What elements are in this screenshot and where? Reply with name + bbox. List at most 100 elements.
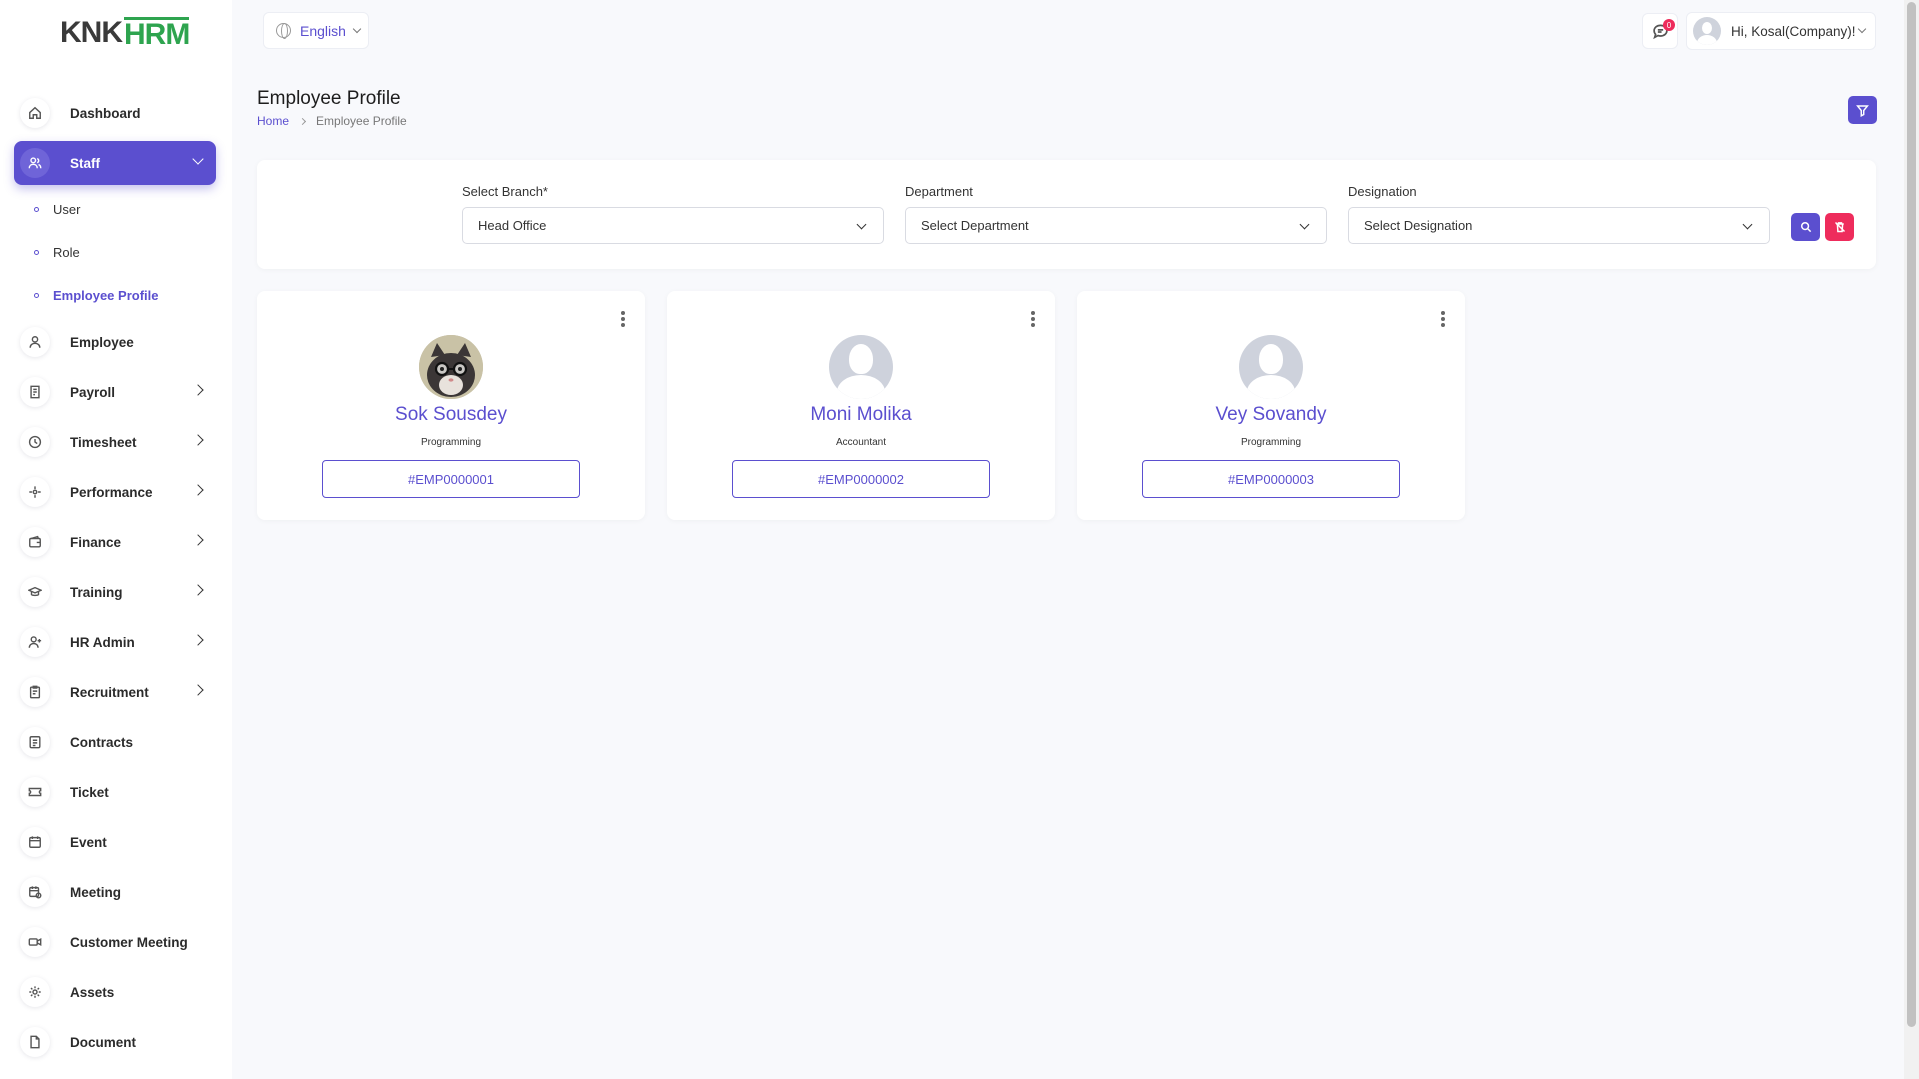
- sidebar-item-meeting[interactable]: Meeting: [14, 867, 216, 917]
- globe-icon: [276, 23, 291, 39]
- employee-id-button[interactable]: #EMP0000001: [322, 460, 580, 498]
- department-label: Department: [905, 184, 973, 199]
- file-icon: [20, 1027, 50, 1057]
- user-icon: [20, 327, 50, 357]
- employee-card: Moni Molika Accountant #EMP0000002: [667, 291, 1055, 520]
- chevron-down-icon: [1742, 219, 1753, 230]
- employee-designation: Accountant: [835, 437, 887, 448]
- sidebar-item-label: Event: [70, 834, 107, 850]
- employee-photo: [829, 335, 893, 399]
- chevron-right-icon: [192, 634, 204, 646]
- branch-select[interactable]: Head Office: [462, 207, 884, 244]
- user-greeting: Hi, Kosal(Company)!: [1731, 23, 1856, 39]
- chevron-right-icon: [192, 484, 204, 496]
- sidebar-item-label: Contracts: [70, 734, 134, 750]
- contract-icon: [20, 727, 50, 757]
- employee-name[interactable]: Vey Sovandy: [1077, 404, 1465, 426]
- sidebar-item-hr-admin[interactable]: HR Admin: [14, 617, 216, 667]
- trash-off-icon: [1834, 221, 1845, 233]
- department-select-value: Select Department: [921, 218, 1029, 233]
- more-options-icon[interactable]: [621, 311, 625, 327]
- graduation-cap-icon: [20, 577, 50, 607]
- designation-select[interactable]: Select Designation: [1348, 207, 1770, 244]
- page-scrollbar[interactable]: [1904, 0, 1919, 1079]
- sidebar-item-label: Assets: [70, 984, 115, 1000]
- employee-designation: Programming: [420, 437, 482, 448]
- bullet-icon: [34, 207, 39, 212]
- sidebar-subitem-employee-profile[interactable]: Employee Profile: [14, 274, 216, 317]
- calendar-icon: [20, 827, 50, 857]
- sidebar-item-customer-meeting[interactable]: Customer Meeting: [14, 917, 216, 967]
- sidebar-item-performance[interactable]: Performance: [14, 467, 216, 517]
- notification-badge: 0: [1663, 19, 1675, 31]
- sidebar-item-label: Dashboard: [70, 105, 141, 121]
- sidebar-item-label: Performance: [70, 484, 153, 500]
- user-plus-icon: [20, 627, 50, 657]
- sidebar-item-label: Timesheet: [70, 434, 137, 450]
- brand-logo[interactable]: KNK HRM: [60, 16, 190, 50]
- sidebar-item-employee[interactable]: Employee: [14, 317, 216, 367]
- sidebar-item-label: Document: [70, 1034, 137, 1050]
- sidebar-nav: Dashboard Staff User Role Employee Profi…: [14, 88, 216, 1067]
- scrollbar-thumb[interactable]: [1907, 2, 1916, 1027]
- sidebar-item-label: Customer Meeting: [70, 934, 188, 950]
- reset-button[interactable]: [1825, 213, 1854, 241]
- filter-card: Select Branch* Head Office Department Se…: [257, 160, 1876, 269]
- employee-card: Vey Sovandy Programming #EMP0000003: [1077, 291, 1465, 520]
- user-menu[interactable]: Hi, Kosal(Company)!: [1686, 12, 1876, 50]
- sidebar-item-label: Finance: [70, 534, 122, 550]
- sidebar-item-label: Payroll: [70, 384, 116, 400]
- designation-label: Designation: [1348, 184, 1417, 199]
- employee-id-button[interactable]: #EMP0000003: [1142, 460, 1400, 498]
- more-options-icon[interactable]: [1031, 311, 1035, 327]
- sidebar-item-timesheet[interactable]: Timesheet: [14, 417, 216, 467]
- language-label: English: [300, 22, 346, 39]
- employee-name[interactable]: Sok Sousdey: [257, 404, 645, 426]
- sidebar-item-label: Ticket: [70, 784, 109, 800]
- bullet-icon: [34, 293, 39, 298]
- ticket-icon: [20, 777, 50, 807]
- sidebar-item-event[interactable]: Event: [14, 817, 216, 867]
- sidebar-item-document[interactable]: Document: [14, 1017, 216, 1067]
- branch-select-value: Head Office: [478, 218, 547, 233]
- sidebar-item-ticket[interactable]: Ticket: [14, 767, 216, 817]
- home-icon: [20, 98, 50, 128]
- sidebar-subitem-role[interactable]: Role: [14, 231, 216, 274]
- avatar: [1693, 17, 1721, 45]
- sidebar-item-staff[interactable]: Staff: [14, 141, 216, 185]
- users-icon: [20, 148, 50, 178]
- employee-id-button[interactable]: #EMP0000002: [732, 460, 990, 498]
- chevron-right-icon: [192, 534, 204, 546]
- chevron-down-icon: [856, 219, 867, 230]
- sidebar-subitem-label: Employee Profile: [53, 288, 159, 303]
- sidebar-subitem-user[interactable]: User: [14, 188, 216, 231]
- breadcrumb-home-link[interactable]: Home: [257, 114, 289, 128]
- sidebar-item-label: Training: [70, 584, 123, 600]
- sidebar-item-label: Staff: [70, 155, 100, 171]
- more-options-icon[interactable]: [1441, 311, 1445, 327]
- sidebar-item-recruitment[interactable]: Recruitment: [14, 667, 216, 717]
- page-title: Employee Profile: [257, 88, 401, 109]
- sidebar-item-training[interactable]: Training: [14, 567, 216, 617]
- sidebar-item-label: Employee: [70, 334, 134, 350]
- target-icon: [20, 477, 50, 507]
- department-select[interactable]: Select Department: [905, 207, 1327, 244]
- employee-name[interactable]: Moni Molika: [667, 404, 1055, 426]
- sidebar-item-finance[interactable]: Finance: [14, 517, 216, 567]
- department-filter: Department Select Department: [905, 184, 1327, 244]
- messages-button[interactable]: 0: [1642, 13, 1678, 49]
- sidebar: KNK HRM Dashboard Staff User Role Employ…: [0, 0, 232, 1079]
- sidebar-item-payroll[interactable]: Payroll: [14, 367, 216, 417]
- sidebar-item-assets[interactable]: Assets: [14, 967, 216, 1017]
- language-selector[interactable]: English: [263, 12, 369, 49]
- branch-filter: Select Branch* Head Office: [462, 184, 884, 244]
- gear-icon: [20, 977, 50, 1007]
- sidebar-item-dashboard[interactable]: Dashboard: [14, 88, 216, 138]
- filter-icon: [1856, 104, 1869, 117]
- chevron-down-icon: [1299, 219, 1310, 230]
- search-button[interactable]: [1791, 213, 1820, 241]
- employee-photo: [419, 335, 483, 399]
- chevron-right-icon: [192, 384, 204, 396]
- sidebar-item-contracts[interactable]: Contracts: [14, 717, 216, 767]
- filter-button[interactable]: [1848, 96, 1877, 124]
